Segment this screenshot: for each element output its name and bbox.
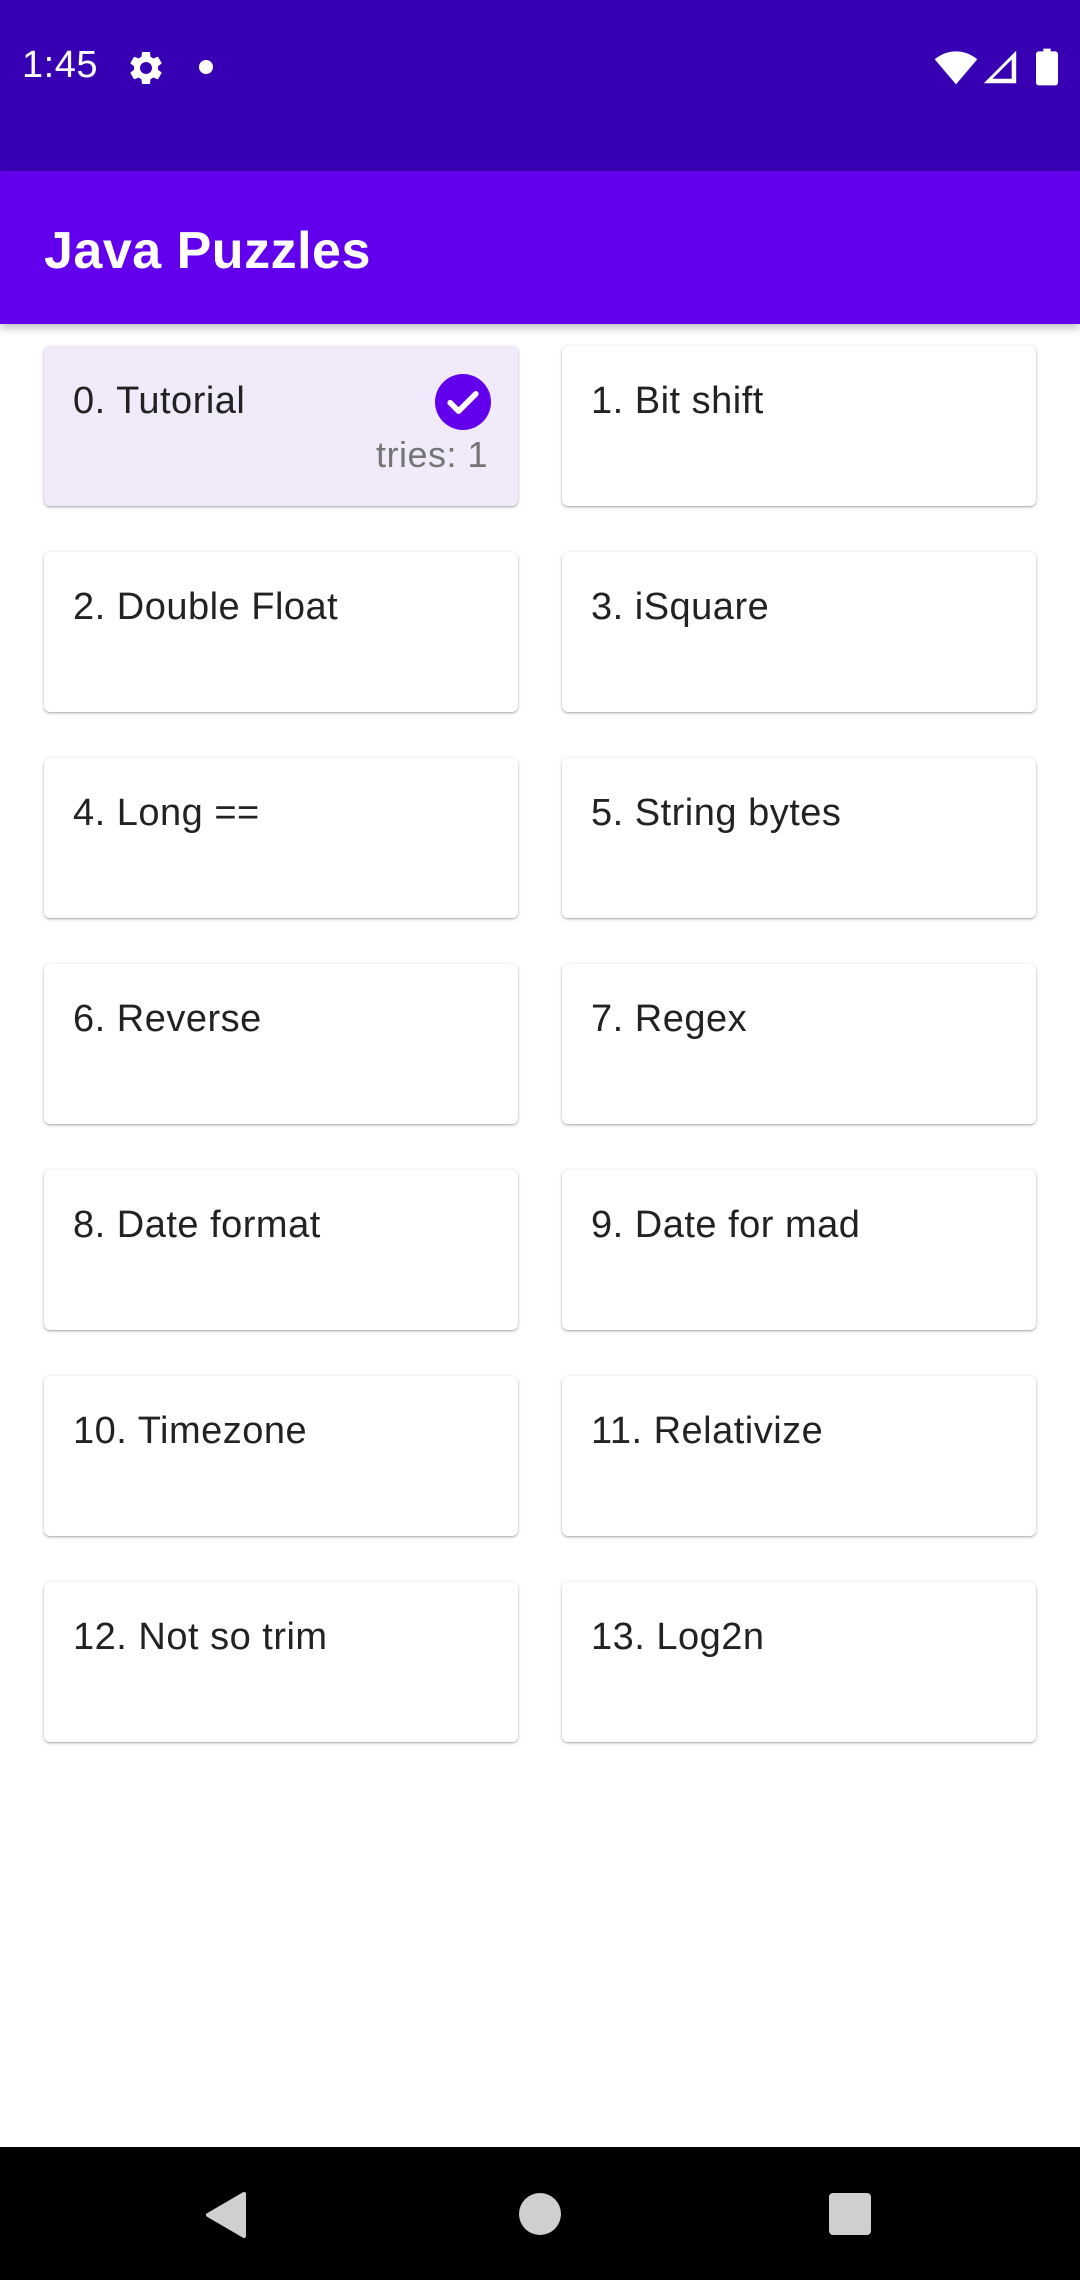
puzzle-card-12[interactable]: 12. Not so trim — [44, 1582, 518, 1742]
puzzle-card-11[interactable]: 11. Relativize — [562, 1376, 1036, 1536]
navigation-bar — [0, 2147, 1080, 2280]
status-bar: 1:45 — [0, 0, 1080, 171]
puzzle-card-3[interactable]: 3. iSquare — [562, 552, 1036, 712]
puzzle-card-8[interactable]: 8. Date format — [44, 1170, 518, 1330]
back-icon[interactable] — [204, 2191, 248, 2239]
puzzle-label: 10. Timezone — [73, 1410, 308, 1452]
app-bar: Java Puzzles — [0, 171, 1080, 324]
puzzle-card-13[interactable]: 13. Log2n — [562, 1582, 1036, 1742]
puzzle-card-1[interactable]: 1. Bit shift — [562, 346, 1036, 506]
puzzle-card-2[interactable]: 2. Double Float — [44, 552, 518, 712]
puzzle-label: 4. Long == — [73, 792, 260, 834]
puzzle-label: 1. Bit shift — [591, 380, 764, 422]
puzzle-card-10[interactable]: 10. Timezone — [44, 1376, 518, 1536]
puzzle-label: 3. iSquare — [591, 586, 770, 628]
puzzle-label: 12. Not so trim — [73, 1616, 328, 1658]
battery-icon — [1036, 48, 1058, 86]
gear-icon — [130, 51, 162, 84]
app-title: Java Puzzles — [44, 222, 371, 280]
puzzle-label: 9. Date for mad — [591, 1204, 861, 1246]
puzzle-label: 8. Date format — [73, 1204, 321, 1246]
puzzle-label: 6. Reverse — [73, 998, 262, 1040]
puzzle-card-4[interactable]: 4. Long == — [44, 758, 518, 918]
puzzle-label: 0. Tutorial — [73, 380, 246, 422]
puzzle-card-9[interactable]: 9. Date for mad — [562, 1170, 1036, 1330]
puzzle-label: 7. Regex — [591, 998, 748, 1040]
puzzle-tries: tries: 1 — [375, 434, 488, 475]
cell-signal-icon — [983, 50, 1017, 84]
puzzle-label: 5. String bytes — [591, 792, 842, 834]
puzzle-label: 13. Log2n — [591, 1616, 765, 1658]
wifi-icon — [934, 51, 978, 85]
puzzle-card-0[interactable]: 0. Tutorial tries: 1 — [44, 346, 518, 506]
puzzle-label: 11. Relativize — [591, 1410, 824, 1452]
puzzle-label: 2. Double Float — [73, 586, 339, 628]
puzzle-card-6[interactable]: 6. Reverse — [44, 964, 518, 1124]
status-time: 1:45 — [22, 44, 98, 86]
puzzle-card-7[interactable]: 7. Regex — [562, 964, 1036, 1124]
home-icon[interactable] — [519, 2193, 561, 2235]
notification-dot-icon — [199, 60, 213, 74]
puzzle-card-5[interactable]: 5. String bytes — [562, 758, 1036, 918]
check-circle-icon — [435, 374, 491, 430]
recents-icon[interactable] — [829, 2193, 871, 2235]
